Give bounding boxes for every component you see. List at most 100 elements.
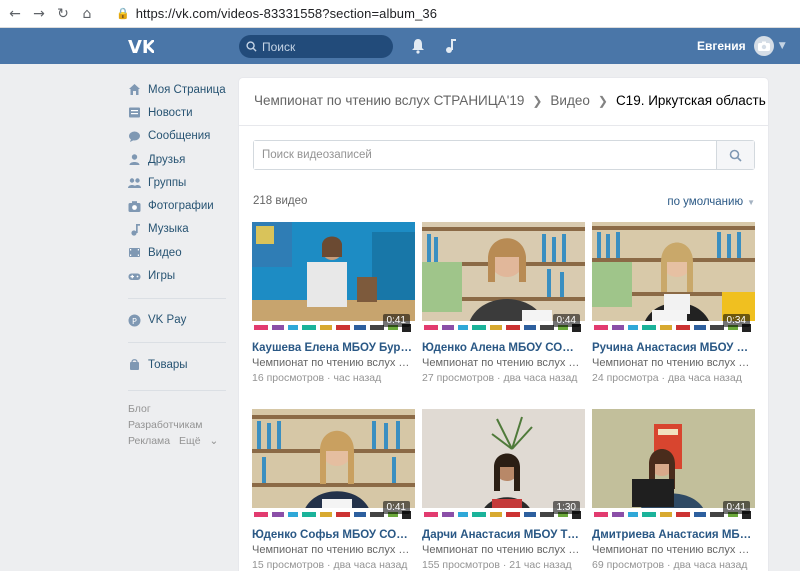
breadcrumb-videos[interactable]: Видео bbox=[550, 93, 589, 108]
footer-link-more[interactable]: Ещё ⌄ bbox=[179, 435, 218, 447]
vk-logo[interactable]: VK bbox=[128, 36, 154, 56]
user-menu[interactable]: Евгения ▼ bbox=[697, 36, 786, 56]
video-time: два часа назад bbox=[673, 559, 748, 571]
video-title[interactable]: Ручина Анастасия МБОУ СОШ № 4 г. Сл... bbox=[592, 342, 755, 354]
sidebar-item-friends[interactable]: Друзья bbox=[128, 148, 233, 171]
sidebar-item-news[interactable]: Новости bbox=[128, 101, 233, 124]
video-album[interactable]: Чемпионат по чтению вслух СТРАНИЦА... bbox=[592, 544, 755, 556]
sidebar-item-label: Группы bbox=[148, 176, 187, 189]
video-card[interactable]: 0:44 Юденко Алена МБОУ СОШ № 2 г. Слюд...… bbox=[422, 222, 585, 384]
lock-icon: 🔒 bbox=[116, 7, 130, 20]
bag-icon bbox=[128, 358, 141, 371]
sort-dropdown[interactable]: по умолчанию ▼ bbox=[667, 196, 755, 208]
bell-icon[interactable] bbox=[411, 38, 425, 54]
sidebar-item-video[interactable]: Видео bbox=[128, 241, 233, 264]
groups-icon bbox=[128, 176, 141, 189]
video-duration: 0:41 bbox=[382, 501, 410, 514]
vkpay-icon: P bbox=[128, 314, 141, 327]
sidebar-item-music[interactable]: Музыка bbox=[128, 218, 233, 241]
sidebar-item-label: Друзья bbox=[148, 153, 186, 166]
footer-link-blog[interactable]: Блог bbox=[128, 403, 151, 415]
video-title[interactable]: Дарчи Анастасия МБОУ Тарнопольская... bbox=[422, 529, 585, 541]
forward-icon[interactable]: → bbox=[30, 5, 48, 23]
sidebar-item-page[interactable]: Моя Страница bbox=[128, 78, 233, 101]
video-meta: 16 просмотров · час назад bbox=[252, 372, 415, 384]
video-thumbnail[interactable]: 0:41 bbox=[252, 222, 415, 335]
sidebar-item-messages[interactable]: Сообщения bbox=[128, 125, 233, 148]
video-time: 21 час назад bbox=[509, 559, 572, 571]
video-views: 155 просмотров bbox=[422, 559, 500, 571]
footer-link-ads[interactable]: Реклама bbox=[128, 435, 170, 447]
breadcrumb-group[interactable]: Чемпионат по чтению вслух СТРАНИЦА'19 bbox=[254, 93, 524, 108]
meta-separator: · bbox=[658, 372, 668, 384]
video-search-input[interactable] bbox=[254, 141, 716, 169]
sidebar-item-games[interactable]: Игры bbox=[128, 264, 233, 287]
video-views: 27 просмотров bbox=[422, 372, 495, 384]
video-duration: 1:30 bbox=[552, 501, 580, 514]
footer-link-dev[interactable]: Разработчикам bbox=[128, 419, 203, 431]
meta-separator: · bbox=[499, 559, 510, 571]
chevron-right-icon: ❯ bbox=[532, 93, 543, 108]
video-thumbnail[interactable]: 0:44 bbox=[422, 222, 585, 335]
divider bbox=[239, 125, 768, 126]
sidebar-item-label: Сообщения bbox=[148, 130, 211, 143]
video-panel: Чемпионат по чтению вслух СТРАНИЦА'19 ❯ … bbox=[239, 78, 768, 571]
video-album[interactable]: Чемпионат по чтению вслух СТРАНИЦА... bbox=[252, 357, 415, 369]
video-album[interactable]: Чемпионат по чтению вслух СТРАНИЦА... bbox=[592, 357, 755, 369]
video-views: 69 просмотров bbox=[592, 559, 665, 571]
search-icon bbox=[729, 149, 742, 162]
music-icon bbox=[128, 223, 141, 236]
video-thumbnail[interactable]: 1:30 bbox=[422, 409, 585, 522]
video-title[interactable]: Юденко Алена МБОУ СОШ № 2 г. Слюд... bbox=[422, 342, 585, 354]
video-thumbnail[interactable]: 0:41 bbox=[252, 409, 415, 522]
news-icon bbox=[128, 106, 141, 119]
video-meta: 15 просмотров · два часа назад bbox=[252, 559, 415, 571]
video-album[interactable]: Чемпионат по чтению вслух СТРАНИЦА... bbox=[422, 357, 585, 369]
sidebar-divider bbox=[128, 390, 226, 392]
sidebar-divider bbox=[128, 297, 226, 299]
video-meta: 155 просмотров · 21 час назад bbox=[422, 559, 585, 571]
video-search-button[interactable] bbox=[716, 141, 754, 169]
video-card[interactable]: 1:30 Дарчи Анастасия МБОУ Тарнопольская..… bbox=[422, 409, 585, 571]
video-views: 15 просмотров bbox=[252, 559, 325, 571]
back-icon[interactable]: ← bbox=[6, 5, 24, 23]
header-search[interactable] bbox=[239, 35, 393, 58]
sidebar-divider bbox=[128, 341, 226, 343]
video-thumbnail[interactable]: 0:41 bbox=[592, 409, 755, 522]
video-thumbnail[interactable]: 0:34 bbox=[592, 222, 755, 335]
left-sidebar: Моя Страница Новости Сообщения Друзья Группы… bbox=[128, 78, 233, 449]
video-title[interactable]: Каушева Елена МБОУ Буретская СОШ У... bbox=[252, 342, 415, 354]
chevron-down-icon: ▼ bbox=[747, 198, 755, 207]
sidebar-item-groups[interactable]: Группы bbox=[128, 171, 233, 194]
sidebar-item-goods[interactable]: Товары bbox=[128, 353, 233, 376]
video-card[interactable]: 0:41 Каушева Елена МБОУ Буретская СОШ У..… bbox=[252, 222, 415, 384]
breadcrumb-album: С19. Иркутская область bbox=[615, 93, 766, 108]
sidebar-item-vkpay[interactable]: P VK Pay bbox=[128, 309, 233, 332]
video-album[interactable]: Чемпионат по чтению вслух СТРАНИЦА... bbox=[252, 544, 415, 556]
video-icon bbox=[128, 246, 141, 259]
video-card[interactable]: 0:41 Дмитриева Анастасия МБОУ г. Иркутск.… bbox=[592, 409, 755, 571]
video-count: 218 видео bbox=[253, 195, 308, 207]
breadcrumb: Чемпионат по чтению вслух СТРАНИЦА'19 ❯ … bbox=[254, 93, 766, 108]
home-icon bbox=[128, 83, 141, 96]
video-card[interactable]: 0:41 Юденко Софья МБОУ СОШ № 4 г. Слюд...… bbox=[252, 409, 415, 571]
address-bar[interactable]: https://vk.com/videos-83331558?section=a… bbox=[136, 6, 437, 21]
home-browser-icon[interactable]: ⌂ bbox=[78, 5, 96, 23]
video-views: 24 просмотра bbox=[592, 372, 659, 384]
video-title[interactable]: Юденко Софья МБОУ СОШ № 4 г. Слюд... bbox=[252, 529, 415, 541]
sidebar-item-photos[interactable]: Фотографии bbox=[128, 194, 233, 217]
video-album[interactable]: Чемпионат по чтению вслух СТРАНИЦА... bbox=[422, 544, 585, 556]
svg-text:VK: VK bbox=[128, 37, 154, 56]
reload-icon[interactable]: ↻ bbox=[54, 5, 72, 23]
friends-icon bbox=[128, 153, 141, 166]
sidebar-item-label: Новости bbox=[148, 106, 193, 119]
sidebar-item-label: Игры bbox=[148, 270, 176, 283]
camera-avatar-icon bbox=[757, 41, 770, 51]
video-title[interactable]: Дмитриева Анастасия МБОУ г. Иркутск... bbox=[592, 529, 755, 541]
video-card[interactable]: 0:34 Ручина Анастасия МБОУ СОШ № 4 г. Сл.… bbox=[592, 222, 755, 384]
music-note-icon[interactable] bbox=[442, 38, 456, 54]
video-duration: 0:41 bbox=[382, 314, 410, 327]
sidebar-item-label: VK Pay bbox=[148, 314, 187, 327]
header-search-input[interactable] bbox=[262, 39, 382, 54]
browser-toolbar: ← → ↻ ⌂ 🔒 https://vk.com/videos-83331558… bbox=[0, 0, 800, 28]
